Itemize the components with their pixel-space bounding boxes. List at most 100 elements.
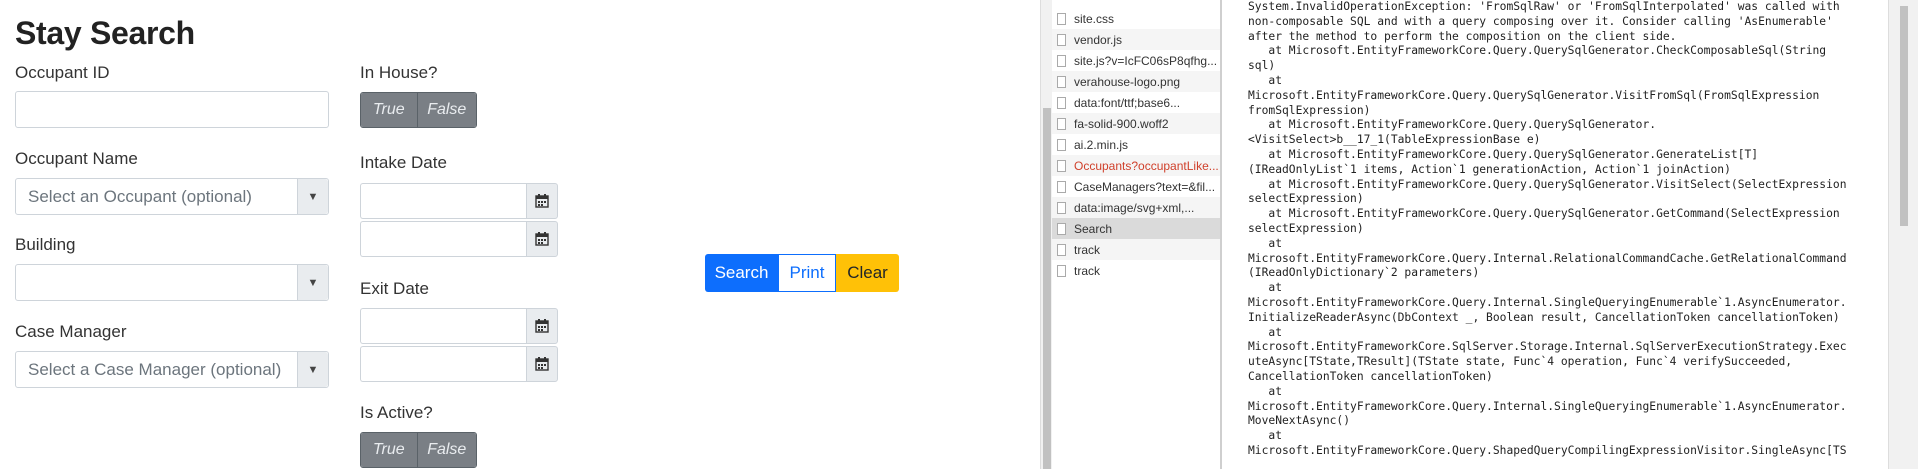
building-select[interactable]: ▼ <box>15 264 329 301</box>
console-line: Microsoft.EntityFrameworkCore.Query.Inte… <box>1248 399 1847 413</box>
clear-button[interactable]: Clear <box>836 254 899 292</box>
intake-date-to-input[interactable] <box>360 221 526 257</box>
console-line: Microsoft.EntityFrameworkCore.SqlServer.… <box>1248 340 1847 354</box>
panel-divider[interactable] <box>1220 0 1222 469</box>
console-line: Microsoft.EntityFrameworkCore.Query.Inte… <box>1248 295 1847 309</box>
is-active-false-button[interactable]: False <box>416 433 476 467</box>
file-icon <box>1057 264 1066 277</box>
case-manager-placeholder: Select a Case Manager (optional) <box>28 359 282 379</box>
response-scrollbar[interactable] <box>1888 0 1918 469</box>
calendar-icon[interactable] <box>526 308 558 344</box>
network-request-row[interactable]: track <box>1052 239 1220 260</box>
console-line: at <box>1248 73 1283 87</box>
console-line: Microsoft.EntityFrameworkCore.Query.Shap… <box>1248 443 1847 457</box>
network-request-name: CaseManagers?text=&fil... <box>1074 179 1216 194</box>
console-line: at Microsoft.EntityFrameworkCore.Query.Q… <box>1248 44 1827 58</box>
page-title: Stay Search <box>15 15 195 51</box>
exit-date-to[interactable] <box>360 346 558 382</box>
console-line: at <box>1248 281 1283 295</box>
chevron-down-icon[interactable]: ▼ <box>297 352 328 387</box>
console-line: System.InvalidOperationException: 'FromS… <box>1248 0 1840 13</box>
page-scrollbar-thumb[interactable] <box>1043 108 1051 469</box>
network-request-row[interactable]: data:image/svg+xml,... <box>1052 197 1220 218</box>
response-scrollbar-thumb[interactable] <box>1900 6 1908 226</box>
network-request-name: site.js?v=IcFC06sP8qfhg... <box>1074 53 1218 68</box>
network-request-row[interactable]: Occupants?occupantLike... <box>1052 155 1220 176</box>
network-request-row[interactable]: fa-solid-900.woff2 <box>1052 113 1220 134</box>
network-request-row[interactable]: vendor.js <box>1052 29 1220 50</box>
console-line: fromSqlExpression) <box>1248 103 1371 117</box>
chevron-down-icon[interactable]: ▼ <box>297 179 328 214</box>
console-line: selectExpression) <box>1248 221 1364 235</box>
search-button[interactable]: Search <box>705 254 778 292</box>
console-line: at Microsoft.EntityFrameworkCore.Query.Q… <box>1248 207 1840 221</box>
case-manager-label: Case Manager <box>15 322 127 341</box>
console-line: at <box>1248 384 1283 398</box>
console-line: at Microsoft.EntityFrameworkCore.Query.Q… <box>1248 147 1759 161</box>
console-line: <VisitSelect>b__17_1(TableExpressionBase… <box>1248 133 1541 147</box>
console-line: non-composable SQL and with a query comp… <box>1248 14 1833 28</box>
console-line: (IReadOnlyList`1 items, Action`1 generat… <box>1248 162 1731 176</box>
console-line: Microsoft.EntityFrameworkCore.Query.Inte… <box>1248 251 1847 265</box>
exit-date-to-input[interactable] <box>360 346 526 382</box>
file-icon <box>1057 33 1066 46</box>
network-request-row[interactable]: site.js?v=IcFC06sP8qfhg... <box>1052 50 1220 71</box>
network-request-row[interactable]: Search <box>1052 218 1220 239</box>
network-request-row[interactable]: CaseManagers?text=&fil... <box>1052 176 1220 197</box>
network-request-name: track <box>1074 242 1101 257</box>
file-icon <box>1057 243 1066 256</box>
occupant-name-placeholder: Select an Occupant (optional) <box>28 186 252 206</box>
console-line: selectExpression) <box>1248 192 1364 206</box>
console-line: at <box>1248 236 1283 250</box>
case-manager-select[interactable]: Select a Case Manager (optional) ▼ <box>15 351 329 388</box>
network-request-name: Occupants?occupantLike... <box>1074 158 1219 173</box>
console-line: at <box>1248 429 1283 443</box>
console-line: InitializeReaderAsync(DbContext _, Boole… <box>1248 310 1840 324</box>
occupant-name-label: Occupant Name <box>15 149 138 168</box>
calendar-icon[interactable] <box>526 183 558 219</box>
console-line: CancellationToken cancellationToken) <box>1248 369 1493 383</box>
action-buttons: Search Print Clear <box>705 254 899 292</box>
exit-date-label: Exit Date <box>360 279 429 298</box>
network-request-row[interactable]: track <box>1052 260 1220 281</box>
occupant-name-select[interactable]: Select an Occupant (optional) ▼ <box>15 178 329 215</box>
console-line: at <box>1248 325 1283 339</box>
in-house-false-button[interactable]: False <box>416 93 476 127</box>
exit-date-from[interactable] <box>360 308 558 344</box>
network-request-row[interactable]: verahouse-logo.png <box>1052 71 1220 92</box>
network-request-row[interactable]: site.css <box>1052 8 1220 29</box>
console-line: uteAsync[TState,TResult](TState state, F… <box>1248 355 1793 369</box>
exit-date-from-input[interactable] <box>360 308 526 344</box>
in-house-toggle: True False <box>360 92 477 128</box>
intake-date-to[interactable] <box>360 221 558 257</box>
network-request-name: site.css <box>1074 11 1115 26</box>
calendar-icon[interactable] <box>526 221 558 257</box>
network-request-name: Search <box>1074 221 1113 236</box>
network-request-list: site.css vendor.js site.js?v=IcFC06sP8qfhg… <box>1052 0 1221 469</box>
print-button[interactable]: Print <box>778 254 836 292</box>
in-house-true-button[interactable]: True <box>361 93 417 127</box>
is-active-true-button[interactable]: True <box>361 433 417 467</box>
file-icon <box>1057 222 1066 235</box>
file-icon <box>1057 180 1066 193</box>
network-request-name: ai.2.min.js <box>1074 137 1129 152</box>
file-icon <box>1057 138 1066 151</box>
file-icon <box>1057 201 1066 214</box>
console-line: at Microsoft.EntityFrameworkCore.Query.Q… <box>1248 177 1847 191</box>
intake-date-label: Intake Date <box>360 153 447 172</box>
network-request-row[interactable]: data:font/ttf;base6... <box>1052 92 1220 113</box>
console-line: after the method to perform the composit… <box>1248 29 1677 43</box>
network-request-name: verahouse-logo.png <box>1074 74 1181 89</box>
network-request-row[interactable]: ai.2.min.js <box>1052 134 1220 155</box>
network-request-name: data:image/svg+xml,... <box>1074 200 1195 215</box>
building-label: Building <box>15 235 76 254</box>
chevron-down-icon[interactable]: ▼ <box>297 265 328 300</box>
in-house-label: In House? <box>360 63 438 82</box>
console-line: (IReadOnlyDictionary`2 parameters) <box>1248 266 1480 280</box>
occupant-id-input[interactable] <box>15 91 329 128</box>
file-icon <box>1057 159 1066 172</box>
calendar-icon[interactable] <box>526 346 558 382</box>
intake-date-from-input[interactable] <box>360 183 526 219</box>
console-line: MoveNextAsync() <box>1248 414 1351 428</box>
intake-date-from[interactable] <box>360 183 558 219</box>
